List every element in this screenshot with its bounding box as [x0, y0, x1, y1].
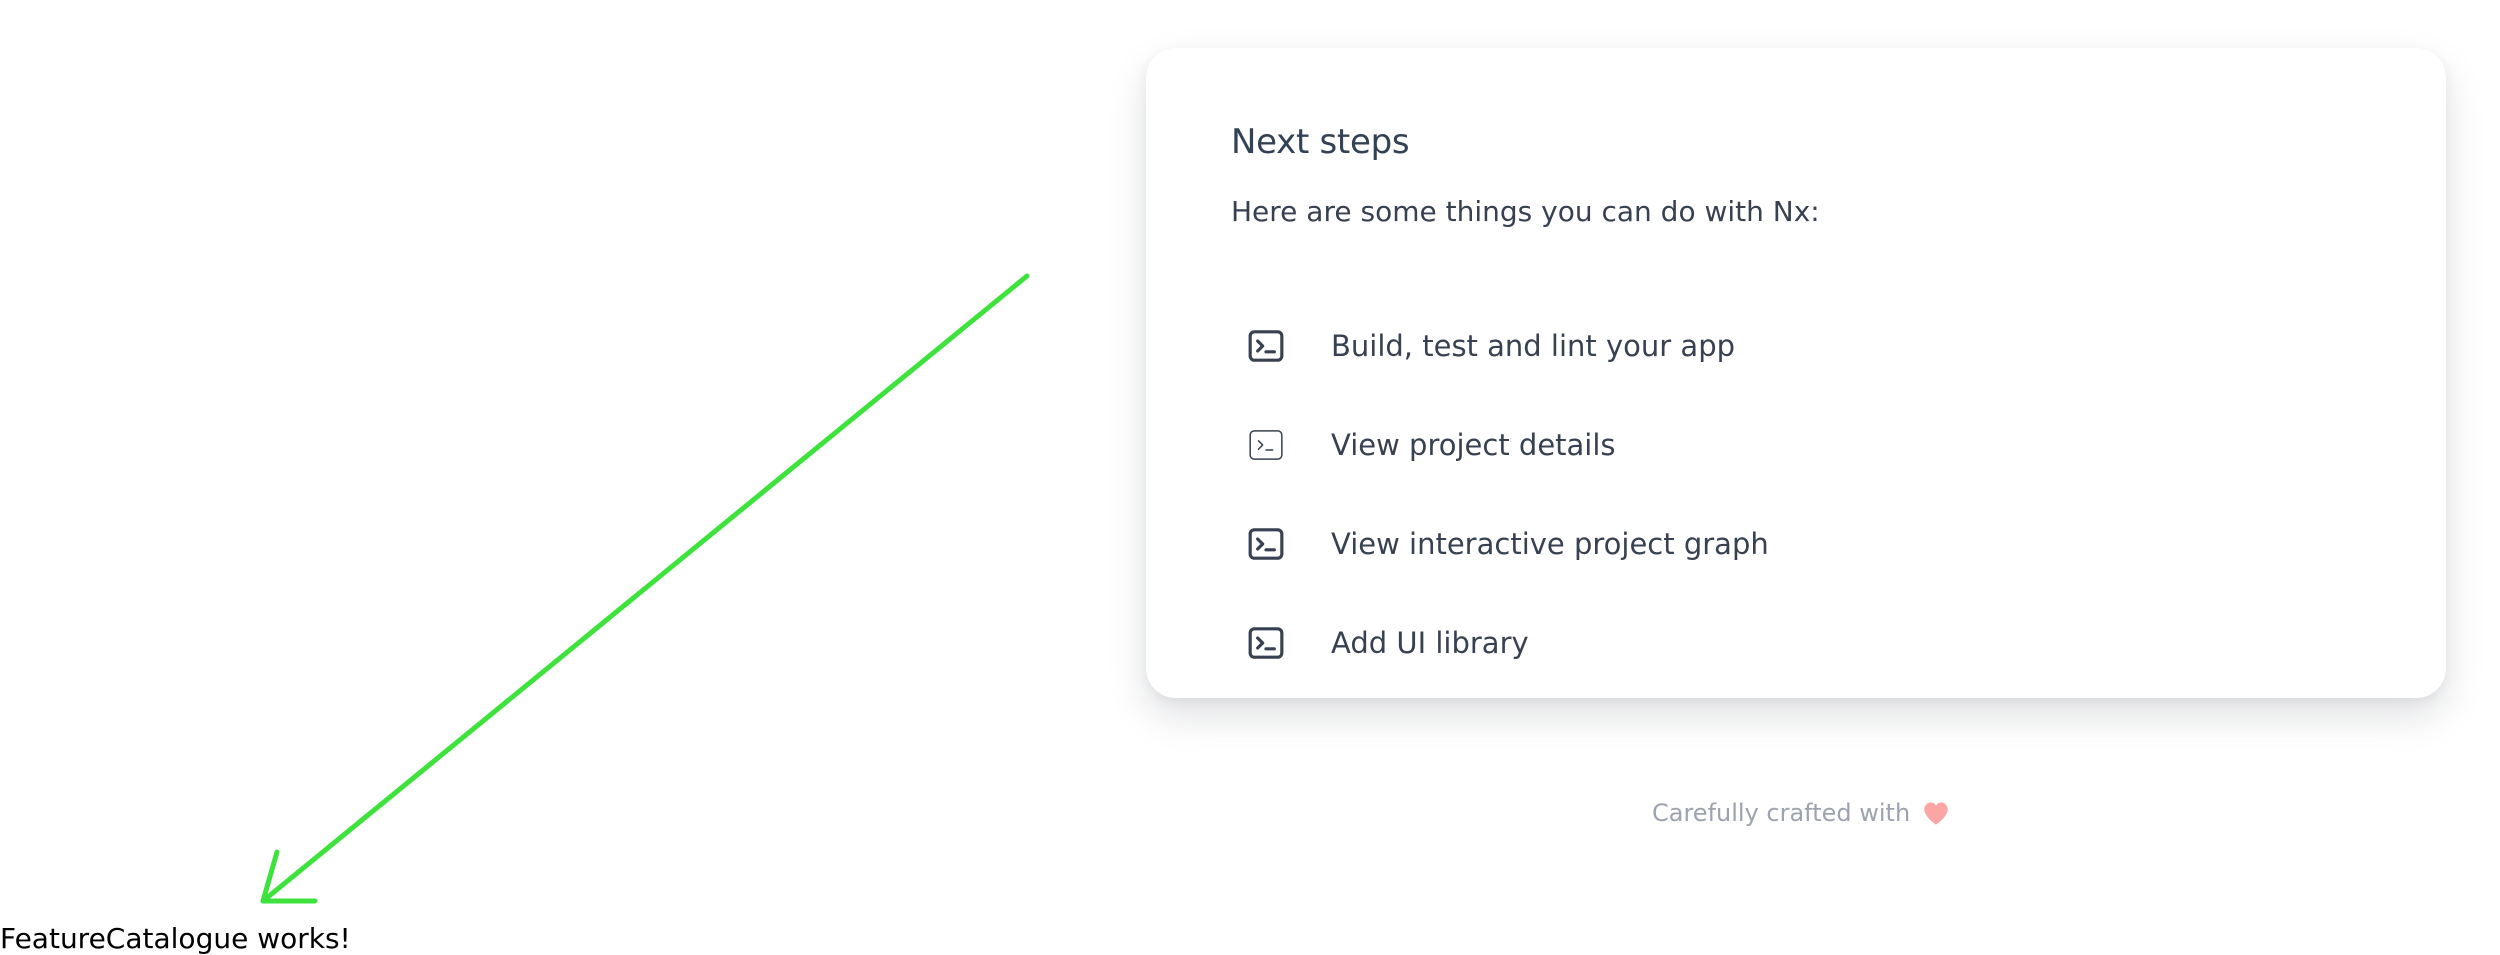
- arrow-head: [260, 849, 318, 904]
- step-view-project-graph[interactable]: View interactive project graph: [1246, 514, 1769, 574]
- terminal-icon: [1248, 330, 1284, 362]
- footer-note: Carefully crafted with: [1652, 799, 1950, 827]
- step-label: View interactive project graph: [1331, 527, 1769, 561]
- arrow-shaft: [260, 273, 1030, 904]
- heart-icon: [1924, 802, 1948, 825]
- step-label: View project details: [1331, 428, 1616, 462]
- footer-text: Carefully crafted with: [1652, 799, 1911, 827]
- feature-works-message: FeatureCatalogue works!: [0, 922, 351, 955]
- next-steps-title: Next steps: [1231, 122, 1410, 162]
- step-label: Build, test and lint your app: [1331, 329, 1736, 363]
- step-label: Add UI library: [1331, 626, 1529, 660]
- next-steps-card: Next steps Here are some things you can …: [1146, 48, 2446, 698]
- next-steps-intro: Here are some things you can do with Nx:: [1231, 195, 1820, 228]
- step-add-ui-library[interactable]: Add UI library: [1246, 613, 1529, 673]
- step-view-project-details[interactable]: View project details: [1246, 415, 1616, 475]
- terminal-icon: [1248, 528, 1284, 560]
- step-build-test-lint[interactable]: Build, test and lint your app: [1246, 316, 1735, 376]
- terminal-icon: [1248, 627, 1284, 659]
- page: Next steps Here are some things you can …: [0, 0, 2500, 955]
- terminal-icon: [1249, 430, 1283, 460]
